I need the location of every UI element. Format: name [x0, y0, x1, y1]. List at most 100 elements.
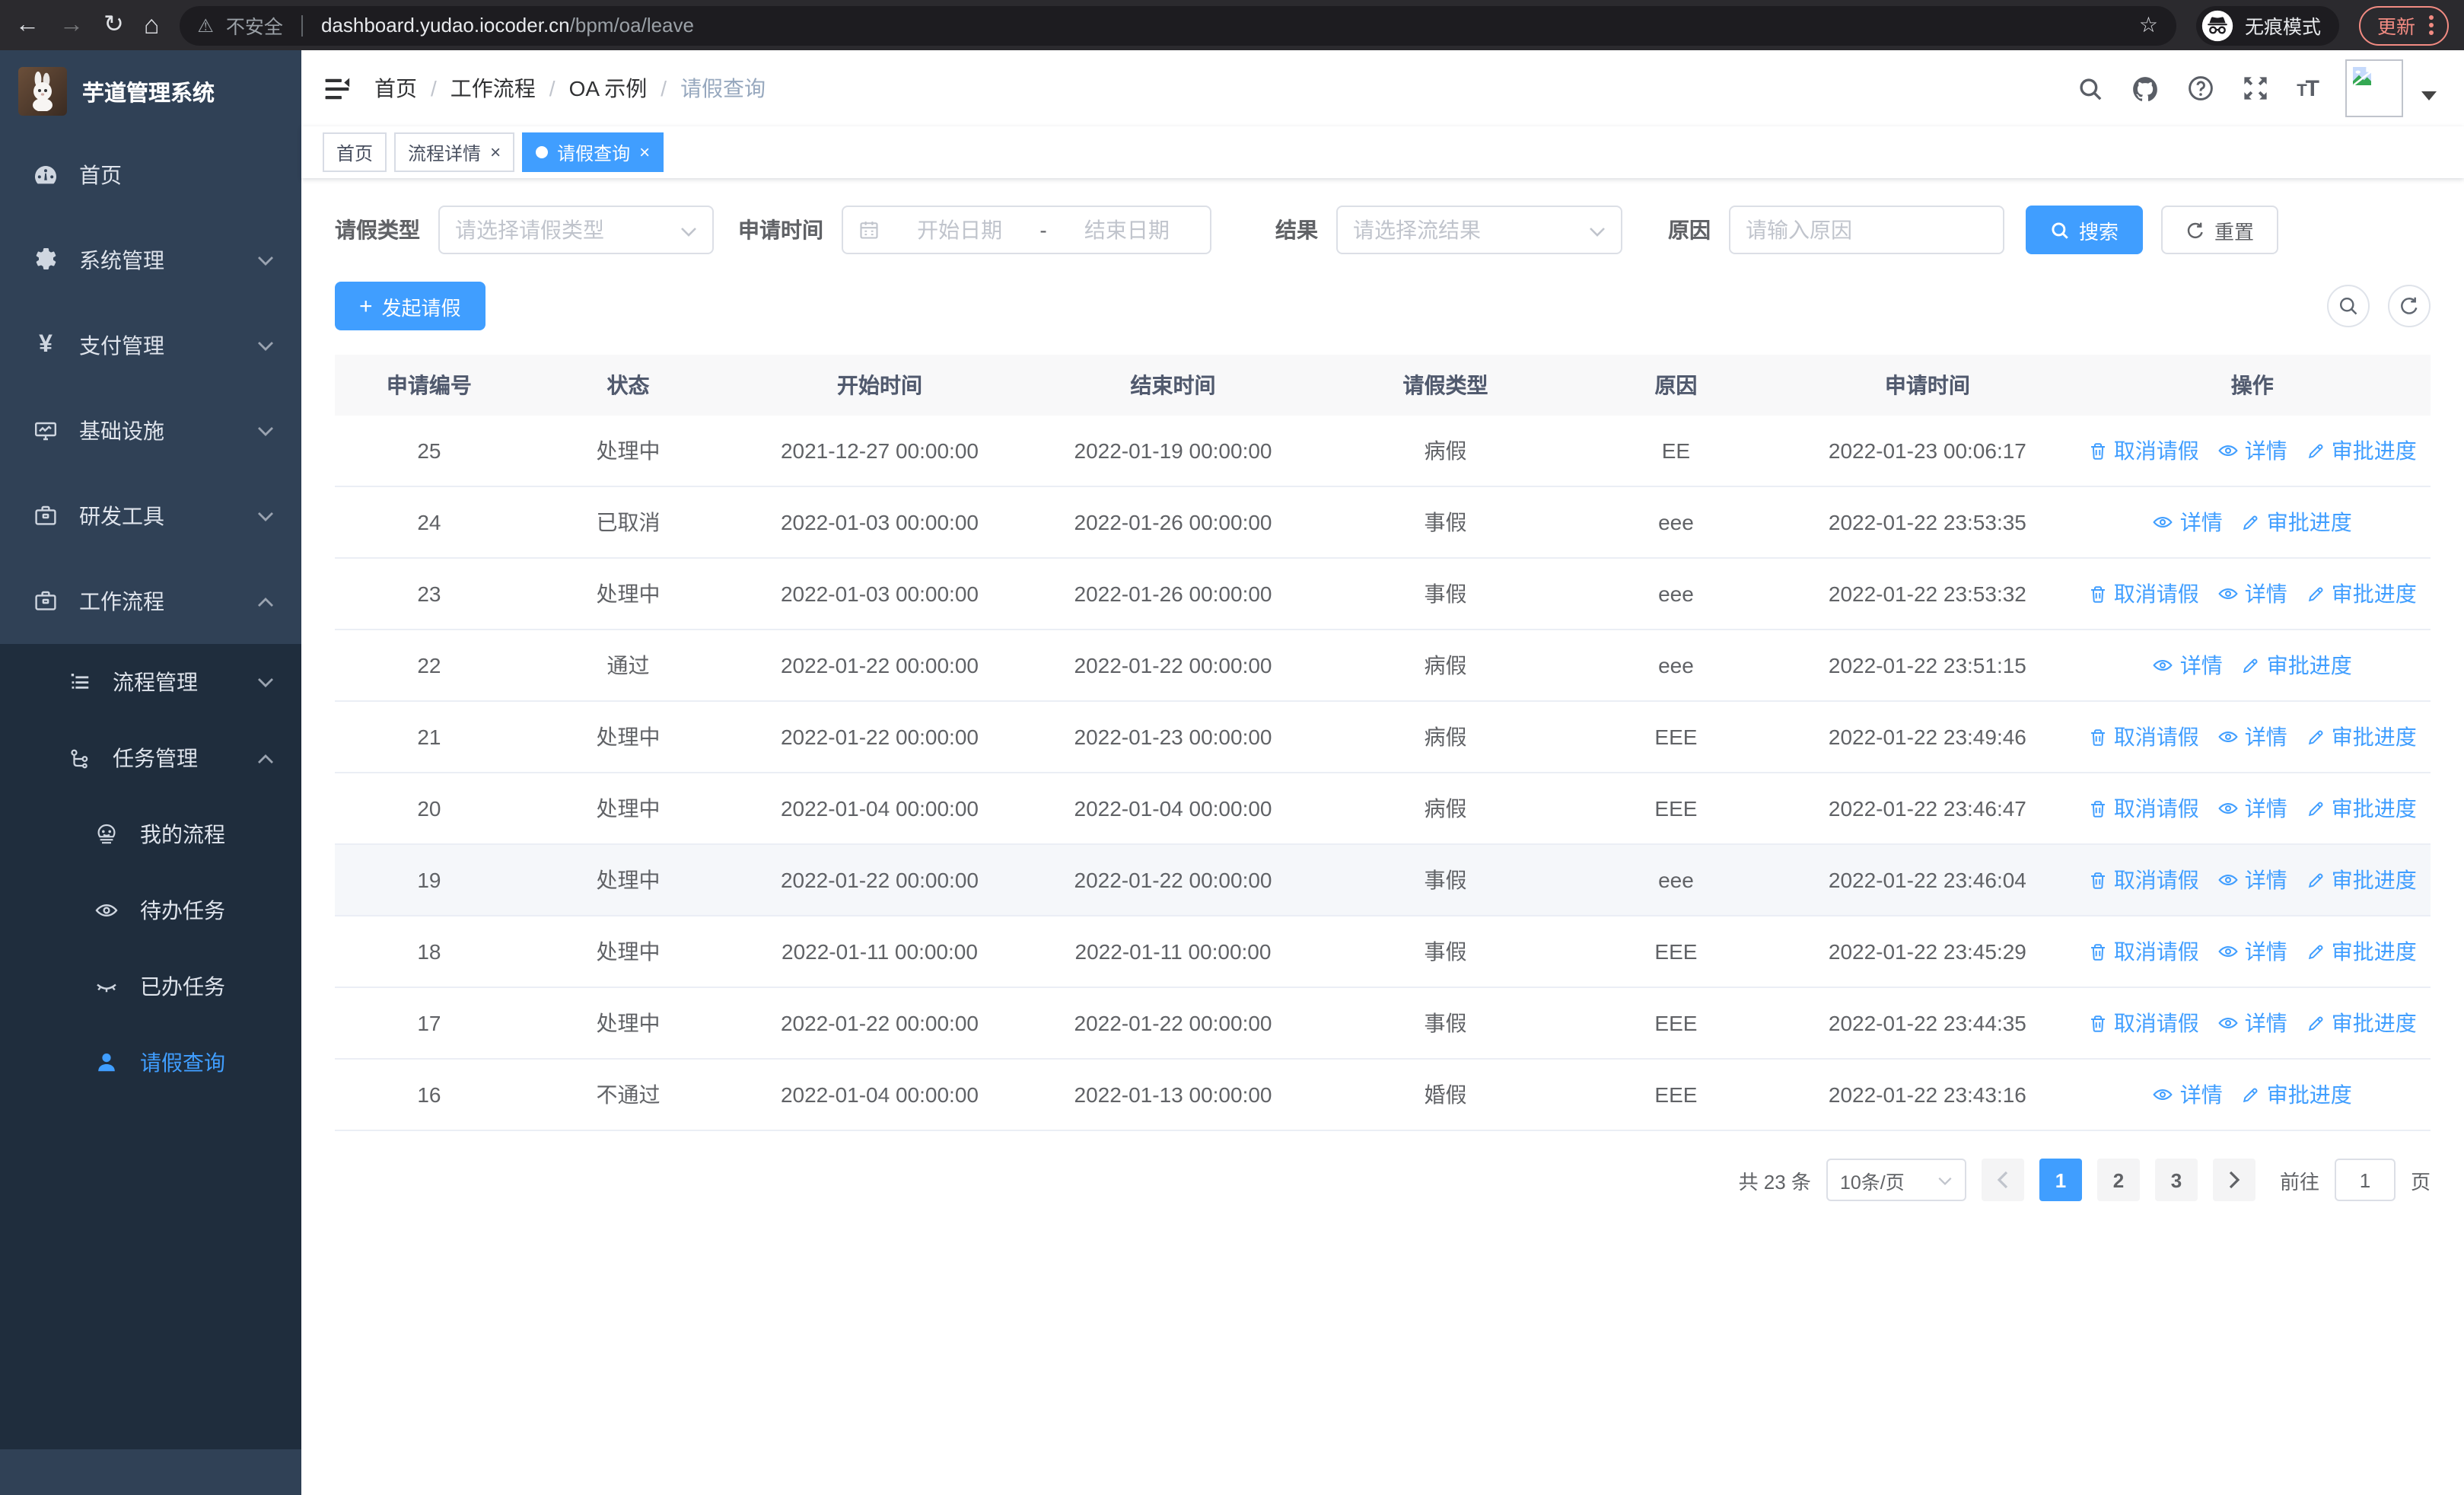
sidebar-item-dev-tools[interactable]: 研发工具 [0, 473, 301, 559]
sidebar-item-label: 工作流程 [79, 589, 164, 614]
security-warning-icon[interactable]: ⚠ [197, 14, 214, 36]
page-button-1[interactable]: 1 [2039, 1159, 2082, 1201]
sidebar-item-home[interactable]: 首页 [0, 132, 301, 218]
approval-progress-link[interactable]: 审批进度 [2241, 650, 2352, 681]
sidebar-item-infrastructure[interactable]: 基础设施 [0, 388, 301, 473]
sidebar-item-done-tasks[interactable]: 已办任务 [0, 948, 301, 1025]
approval-progress-link[interactable]: 审批进度 [2306, 435, 2417, 466]
avatar-caret-icon[interactable] [2421, 91, 2437, 100]
cell-reason: eee [1658, 653, 1694, 677]
leave-type-select[interactable]: 请选择请假类型 [438, 206, 714, 254]
cell-end-time: 2022-01-22 00:00:00 [1074, 653, 1272, 677]
page-size-select[interactable]: 10条/页 [1826, 1159, 1966, 1201]
detail-link[interactable]: 详情 [2217, 1008, 2287, 1038]
cell-apply-id: 25 [417, 438, 441, 463]
sidebar-item-label: 待办任务 [140, 898, 225, 923]
apply-time-range-picker[interactable]: 开始日期 - 结束日期 [842, 206, 1211, 254]
browser-toolbar: ← → ↻ ⌂ ⚠ 不安全 dashboard.yudao.iocoder.cn… [0, 0, 2464, 50]
search-button[interactable]: 搜索 [2026, 206, 2144, 254]
sidebar-logo[interactable]: 芋道管理系统 [0, 50, 301, 132]
detail-link[interactable]: 详情 [2153, 507, 2223, 537]
bookmark-star-icon[interactable]: ☆ [2139, 12, 2158, 38]
cancel-leave-link[interactable]: 取消请假 [2088, 865, 2199, 895]
sidebar-item-label: 流程管理 [113, 670, 198, 694]
approval-progress-link[interactable]: 审批进度 [2306, 579, 2417, 609]
back-icon[interactable]: ← [15, 12, 40, 37]
cancel-leave-link[interactable]: 取消请假 [2088, 936, 2199, 967]
cell-start-time: 2021-12-27 00:00:00 [780, 438, 979, 463]
goto-page-input[interactable] [2334, 1159, 2396, 1201]
detail-link[interactable]: 详情 [2217, 793, 2287, 824]
sidebar-item-task-mgmt[interactable]: 任务管理 [0, 720, 301, 796]
approval-progress-link[interactable]: 审批进度 [2241, 1079, 2352, 1110]
help-icon[interactable] [2187, 75, 2214, 102]
toggle-search-icon[interactable] [2327, 285, 2370, 327]
breadcrumb-item[interactable]: OA 示例 [569, 73, 648, 104]
page-button-2[interactable]: 2 [2096, 1159, 2140, 1201]
eye-icon [2218, 588, 2238, 600]
cell-actions: 详情 审批进度 [2074, 1079, 2431, 1110]
sidebar-collapse-icon[interactable] [323, 74, 352, 103]
forward-icon[interactable]: → [59, 12, 84, 37]
cancel-leave-link[interactable]: 取消请假 [2088, 1008, 2199, 1038]
approval-progress-link[interactable]: 审批进度 [2306, 793, 2417, 824]
breadcrumb-item[interactable]: 工作流程 [450, 73, 536, 104]
cancel-leave-link[interactable]: 取消请假 [2088, 435, 2199, 466]
approval-progress-link[interactable]: 审批进度 [2241, 507, 2352, 537]
reason-label: 原因 [1668, 218, 1711, 242]
browser-update-button[interactable]: 更新 [2358, 5, 2449, 45]
tag-leave-query[interactable]: 请假查询 × [522, 132, 664, 172]
approval-progress-link[interactable]: 审批进度 [2306, 865, 2417, 895]
github-icon[interactable] [2131, 74, 2160, 103]
sidebar-item-system[interactable]: 系统管理 [0, 218, 301, 303]
refresh-table-icon[interactable] [2388, 285, 2431, 327]
search-form: 请假类型 请选择请假类型 申请时间 开始日期 - 结束日期 结果 请选择流结果 [335, 206, 2431, 254]
reason-input[interactable] [1746, 218, 1988, 242]
page-button-3[interactable]: 3 [2154, 1159, 2198, 1201]
browser-menu-icon[interactable] [2429, 15, 2434, 35]
tag-home[interactable]: 首页 [323, 132, 387, 172]
cancel-leave-link[interactable]: 取消请假 [2088, 579, 2199, 609]
result-select[interactable]: 请选择流结果 [1336, 206, 1622, 254]
home-icon[interactable]: ⌂ [144, 12, 160, 38]
approval-progress-link[interactable]: 审批进度 [2306, 936, 2417, 967]
fullscreen-icon[interactable] [2242, 75, 2269, 102]
pencil-icon [2308, 1015, 2323, 1031]
approval-progress-link[interactable]: 审批进度 [2306, 722, 2417, 752]
url-bar[interactable]: ⚠ 不安全 dashboard.yudao.iocoder.cn/bpm/oa/… [179, 5, 2176, 45]
sidebar-item-leave-query[interactable]: 请假查询 [0, 1025, 301, 1101]
font-size-icon[interactable]: TT [2297, 75, 2319, 101]
detail-link[interactable]: 详情 [2217, 435, 2287, 466]
sidebar-item-my-process[interactable]: 我的流程 [0, 796, 301, 872]
sidebar-item-process-mgmt[interactable]: 流程管理 [0, 644, 301, 720]
cancel-leave-link[interactable]: 取消请假 [2088, 722, 2199, 752]
detail-link[interactable]: 详情 [2217, 936, 2287, 967]
trash-icon [2090, 800, 2105, 817]
breadcrumb-item[interactable]: 首页 [374, 73, 417, 104]
eye-open-icon [94, 898, 119, 923]
tag-process-detail[interactable]: 流程详情 × [394, 132, 515, 172]
col-reason: 原因 [1654, 373, 1698, 397]
sidebar-item-todo-tasks[interactable]: 待办任务 [0, 872, 301, 948]
next-page-button[interactable] [2212, 1159, 2255, 1201]
close-icon[interactable]: × [639, 143, 650, 161]
detail-link[interactable]: 详情 [2217, 865, 2287, 895]
header-search-icon[interactable] [2077, 75, 2103, 101]
close-icon[interactable]: × [490, 143, 501, 161]
create-leave-button[interactable]: + 发起请假 [335, 282, 485, 330]
reload-icon[interactable]: ↻ [103, 12, 124, 37]
detail-link[interactable]: 详情 [2153, 1079, 2223, 1110]
detail-link[interactable]: 详情 [2153, 650, 2223, 681]
sidebar-item-workflow[interactable]: 工作流程 [0, 559, 301, 644]
detail-link[interactable]: 详情 [2217, 722, 2287, 752]
avatar[interactable] [2345, 59, 2403, 117]
approval-progress-link[interactable]: 审批进度 [2306, 1008, 2417, 1038]
reset-button[interactable]: 重置 [2161, 206, 2279, 254]
prev-page-button[interactable] [1981, 1159, 2024, 1201]
broken-image-icon [2352, 67, 2372, 87]
cancel-leave-link[interactable]: 取消请假 [2088, 793, 2199, 824]
sidebar-item-payment[interactable]: ¥ 支付管理 [0, 303, 301, 388]
detail-link[interactable]: 详情 [2217, 579, 2287, 609]
cell-apply-time: 2022-01-22 23:46:04 [1828, 868, 2026, 892]
cell-reason: eee [1658, 510, 1694, 534]
